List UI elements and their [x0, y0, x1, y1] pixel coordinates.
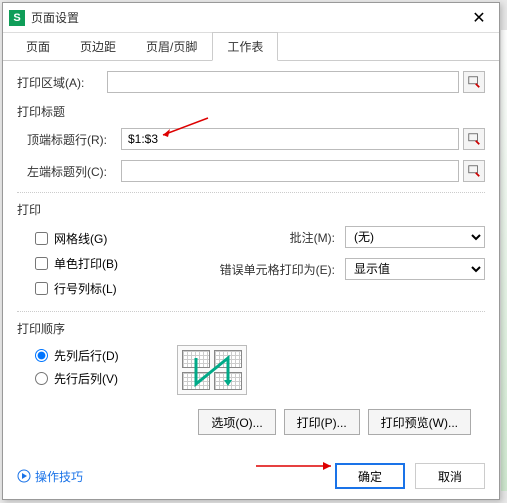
top-row-picker[interactable]	[463, 128, 485, 150]
dialog-title: 页面设置	[31, 9, 459, 26]
print-order-preview	[177, 345, 247, 395]
down-over-radio[interactable]: 先列后行(D)	[35, 347, 177, 364]
options-button[interactable]: 选项(O)...	[198, 409, 275, 435]
page-setup-dialog: S 页面设置 ✕ 页面 页边距 页眉/页脚 工作表 打印区域(A): 打印标题 …	[2, 2, 500, 500]
comments-label: 批注(M):	[290, 229, 335, 246]
gridlines-checkbox[interactable]: 网格线(G)	[35, 230, 177, 247]
errors-label: 错误单元格打印为(E):	[220, 261, 335, 278]
tab-header-footer[interactable]: 页眉/页脚	[131, 32, 212, 61]
tab-margins[interactable]: 页边距	[65, 32, 131, 61]
ok-button[interactable]: 确定	[335, 463, 405, 489]
order-section: 打印顺序	[17, 320, 485, 337]
print-area-input[interactable]	[107, 71, 459, 93]
left-col-label: 左端标题列(C):	[17, 163, 121, 180]
range-picker-icon	[467, 164, 481, 178]
top-row-input[interactable]	[121, 128, 459, 150]
play-icon	[17, 469, 31, 483]
range-picker-icon	[467, 132, 481, 146]
range-picker-icon	[467, 75, 481, 89]
print-button[interactable]: 打印(P)...	[284, 409, 360, 435]
order-arrow-icon	[188, 354, 238, 390]
close-button[interactable]: ✕	[459, 4, 499, 32]
monochrome-checkbox[interactable]: 单色打印(B)	[35, 255, 177, 272]
headings-checkbox[interactable]: 行号列标(L)	[35, 280, 177, 297]
print-area-label: 打印区域(A):	[17, 74, 107, 91]
titlebar: S 页面设置 ✕	[3, 3, 499, 33]
cancel-button[interactable]: 取消	[415, 463, 485, 489]
tab-page[interactable]: 页面	[11, 32, 65, 61]
comments-select[interactable]: (无)	[345, 226, 485, 248]
print-section: 打印	[17, 201, 485, 218]
errors-select[interactable]: 显示值	[345, 258, 485, 280]
print-area-picker[interactable]	[463, 71, 485, 93]
tabs: 页面 页边距 页眉/页脚 工作表	[3, 33, 499, 61]
print-preview-button[interactable]: 打印预览(W)...	[368, 409, 471, 435]
tab-sheet[interactable]: 工作表	[212, 32, 278, 61]
over-down-radio[interactable]: 先行后列(V)	[35, 370, 177, 387]
top-row-label: 顶端标题行(R):	[17, 131, 121, 148]
tips-link[interactable]: 操作技巧	[17, 468, 83, 485]
left-col-input[interactable]	[121, 160, 459, 182]
app-icon: S	[9, 10, 25, 26]
left-col-picker[interactable]	[463, 160, 485, 182]
titles-section: 打印标题	[17, 103, 485, 120]
